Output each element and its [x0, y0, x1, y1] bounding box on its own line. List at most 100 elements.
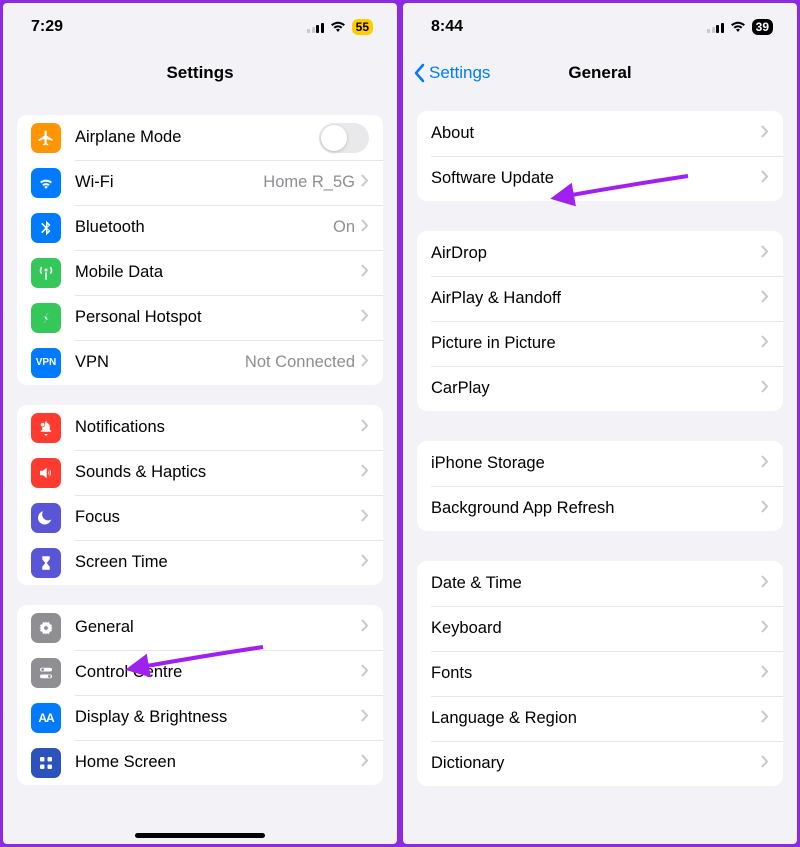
row-control-centre[interactable]: Control Centre [17, 650, 383, 695]
row-mobile-data[interactable]: Mobile Data [17, 250, 383, 295]
chevron-right-icon [761, 170, 769, 188]
row-label: Wi-Fi [75, 173, 263, 192]
row-bluetooth[interactable]: Bluetooth On [17, 205, 383, 250]
row-label: Dictionary [431, 754, 761, 773]
row-dictionary[interactable]: Dictionary [417, 741, 783, 786]
row-airdrop[interactable]: AirDrop [417, 231, 783, 276]
chevron-right-icon [361, 219, 369, 237]
row-label: Language & Region [431, 709, 761, 728]
row-display-brightness[interactable]: AA Display & Brightness [17, 695, 383, 740]
hourglass-icon [31, 548, 61, 578]
row-label: AirDrop [431, 244, 761, 263]
vpn-icon: VPN [31, 348, 61, 378]
general-group-airdrop: AirDrop AirPlay & Handoff Picture in Pic… [417, 231, 783, 411]
back-label: Settings [429, 63, 490, 83]
chevron-right-icon [361, 264, 369, 282]
status-bar: 7:29 55 [3, 3, 397, 51]
row-background-app-refresh[interactable]: Background App Refresh [417, 486, 783, 531]
row-wifi[interactable]: Wi-Fi Home R_5G [17, 160, 383, 205]
gear-icon [31, 613, 61, 643]
row-date-time[interactable]: Date & Time [417, 561, 783, 606]
home-indicator[interactable] [135, 833, 265, 838]
row-label: iPhone Storage [431, 454, 761, 473]
row-language-region[interactable]: Language & Region [417, 696, 783, 741]
chevron-right-icon [361, 464, 369, 482]
row-notifications[interactable]: Notifications [17, 405, 383, 450]
status-icons: 39 [707, 19, 773, 35]
row-label: Picture in Picture [431, 334, 761, 353]
chevron-right-icon [761, 500, 769, 518]
wifi-icon [31, 168, 61, 198]
row-keyboard[interactable]: Keyboard [417, 606, 783, 651]
row-focus[interactable]: Focus [17, 495, 383, 540]
row-label: Bluetooth [75, 218, 333, 237]
row-software-update[interactable]: Software Update [417, 156, 783, 201]
grid-icon [31, 748, 61, 778]
battery-indicator: 39 [752, 19, 773, 35]
wifi-icon [330, 21, 346, 33]
chevron-right-icon [761, 620, 769, 638]
row-label: Airplane Mode [75, 128, 319, 147]
settings-group-connectivity: Airplane Mode Wi-Fi Home R_5G Bluetooth … [17, 115, 383, 385]
general-group-date-lang: Date & Time Keyboard Fonts Language & Re… [417, 561, 783, 786]
row-label: CarPlay [431, 379, 761, 398]
row-label: Personal Hotspot [75, 308, 361, 327]
row-label: Notifications [75, 418, 361, 437]
row-label: Background App Refresh [431, 499, 761, 518]
chevron-right-icon [361, 309, 369, 327]
chevron-right-icon [761, 665, 769, 683]
cellular-signal-icon [707, 21, 724, 33]
airplane-icon [31, 123, 61, 153]
chevron-right-icon [761, 755, 769, 773]
settings-list[interactable]: Airplane Mode Wi-Fi Home R_5G Bluetooth … [3, 95, 397, 844]
chevron-right-icon [761, 125, 769, 143]
chevron-right-icon [761, 455, 769, 473]
wifi-icon [730, 21, 746, 33]
speaker-icon [31, 458, 61, 488]
row-personal-hotspot[interactable]: Personal Hotspot [17, 295, 383, 340]
row-label: About [431, 124, 761, 143]
row-picture-in-picture[interactable]: Picture in Picture [417, 321, 783, 366]
row-home-screen[interactable]: Home Screen [17, 740, 383, 785]
row-airplane-mode[interactable]: Airplane Mode [17, 115, 383, 160]
settings-screen: 7:29 55 Settings Airplane Mode Wi-Fi Hom… [3, 3, 397, 844]
chevron-right-icon [361, 554, 369, 572]
row-value: Home R_5G [263, 173, 355, 192]
battery-indicator: 55 [352, 19, 373, 35]
general-list[interactable]: About Software Update AirDrop AirPlay & … [403, 95, 797, 844]
chevron-right-icon [361, 509, 369, 527]
status-time: 7:29 [31, 18, 63, 36]
row-label: Keyboard [431, 619, 761, 638]
row-label: Mobile Data [75, 263, 361, 282]
row-label: Display & Brightness [75, 708, 361, 727]
page-title: Settings [166, 63, 233, 83]
row-about[interactable]: About [417, 111, 783, 156]
bell-icon [31, 413, 61, 443]
row-iphone-storage[interactable]: iPhone Storage [417, 441, 783, 486]
row-screen-time[interactable]: Screen Time [17, 540, 383, 585]
row-label: Control Centre [75, 663, 361, 682]
nav-header: Settings [3, 51, 397, 95]
row-value: Not Connected [245, 353, 355, 372]
row-carplay[interactable]: CarPlay [417, 366, 783, 411]
chevron-left-icon [413, 63, 425, 83]
cellular-signal-icon [307, 21, 324, 33]
page-title: General [568, 63, 631, 83]
chevron-right-icon [361, 664, 369, 682]
row-label: Home Screen [75, 753, 361, 772]
status-bar: 8:44 39 [403, 3, 797, 51]
row-label: VPN [75, 353, 245, 372]
airplane-toggle[interactable] [319, 123, 369, 153]
bluetooth-icon [31, 213, 61, 243]
nav-header: Settings General [403, 51, 797, 95]
chevron-right-icon [361, 419, 369, 437]
row-sounds-haptics[interactable]: Sounds & Haptics [17, 450, 383, 495]
settings-group-general: General Control Centre AA Display & Brig… [17, 605, 383, 785]
row-fonts[interactable]: Fonts [417, 651, 783, 696]
row-label: AirPlay & Handoff [431, 289, 761, 308]
row-airplay-handoff[interactable]: AirPlay & Handoff [417, 276, 783, 321]
back-button[interactable]: Settings [413, 63, 490, 83]
chevron-right-icon [361, 754, 369, 772]
row-general[interactable]: General [17, 605, 383, 650]
row-vpn[interactable]: VPN VPN Not Connected [17, 340, 383, 385]
